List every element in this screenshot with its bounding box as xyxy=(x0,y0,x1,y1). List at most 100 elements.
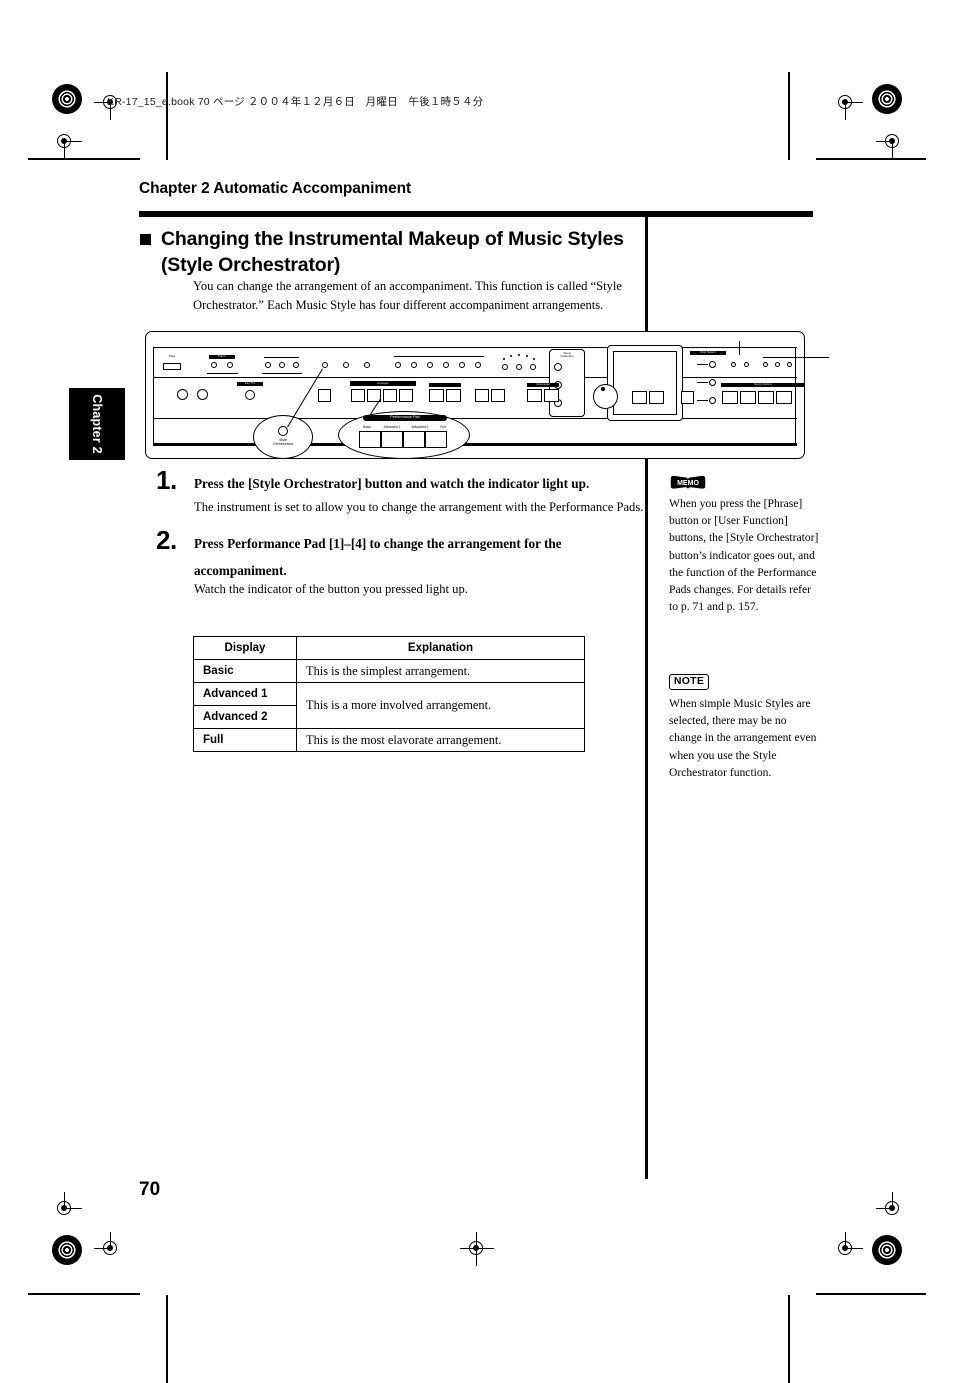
table-row: Full This is the most elavorate arrangem… xyxy=(193,728,585,752)
panel-knob-tone-2[interactable] xyxy=(775,362,780,367)
panel-knob-others[interactable] xyxy=(364,362,370,368)
panel-button-song-4[interactable] xyxy=(776,391,792,404)
panel-button-song-1[interactable] xyxy=(722,391,738,404)
panel-button-demo[interactable] xyxy=(681,391,694,404)
panel-rule-bottom xyxy=(153,443,797,446)
panel-value-dial[interactable] xyxy=(593,384,618,409)
panel-group-label-composer: Composer xyxy=(536,383,550,387)
table-cell-display-basic: Basic xyxy=(193,659,297,683)
callout-performance-pad-3[interactable] xyxy=(403,431,425,448)
panel-button-onetouch-a[interactable] xyxy=(632,391,647,404)
callout-performance-pad-4[interactable] xyxy=(425,431,447,448)
panel-lcd-screen xyxy=(613,351,677,415)
panel-knob-organ-2[interactable] xyxy=(279,362,285,368)
panel-knob-song-1[interactable] xyxy=(554,363,562,371)
panel-knob-arc-a[interactable] xyxy=(502,364,508,370)
panel-edge-right xyxy=(795,347,797,443)
crop-line-top-right-h xyxy=(816,158,926,160)
panel-knob-far-1[interactable] xyxy=(731,362,736,367)
panel-knob-disp-2[interactable] xyxy=(709,379,716,386)
step-1-number: 1. xyxy=(156,465,177,495)
panel-knob-style-1[interactable] xyxy=(395,362,401,368)
panel-knob-organ-3[interactable] xyxy=(293,362,299,368)
panel-knob-style-3[interactable] xyxy=(427,362,433,368)
panel-wheel-1[interactable] xyxy=(177,389,188,400)
panel-button-fill-2[interactable] xyxy=(491,389,505,402)
panel-button-arr-4[interactable] xyxy=(399,389,413,402)
panel-button-arr-3[interactable] xyxy=(383,389,397,402)
panel-knob-organ-1[interactable] xyxy=(265,362,271,368)
step-2-body: Watch the indicator of the button you pr… xyxy=(194,582,468,596)
panel-knob-disp-1[interactable] xyxy=(709,361,716,368)
panel-button-song-3[interactable] xyxy=(758,391,774,404)
callout-style-orchestrator-button[interactable] xyxy=(278,426,288,436)
panel-knob-guitar[interactable] xyxy=(343,362,349,368)
registration-mark-bottom-right-inner xyxy=(829,1232,863,1266)
table-header-explanation: Explanation xyxy=(296,636,585,660)
crop-line-bottom-right-h xyxy=(816,1293,926,1295)
memo-icon: MEMO xyxy=(669,475,707,490)
panel-bracket-music-style xyxy=(394,356,484,358)
panel-underline-organ xyxy=(262,373,302,375)
panel-underline-piano xyxy=(207,373,238,375)
panel-button-comp-2[interactable] xyxy=(544,389,559,402)
panel-knob-key-trs[interactable] xyxy=(245,390,255,400)
panel-group-label-piano: Piano xyxy=(218,355,226,359)
registration-mark-top-left-outer xyxy=(48,125,82,159)
step-2-heading: Press Performance Pad [1]–[4] to change … xyxy=(194,536,562,578)
panel-knob-piano-2[interactable] xyxy=(227,362,233,368)
crop-line-bottom-left-v xyxy=(166,1295,168,1383)
panel-knob-far-2[interactable] xyxy=(744,362,749,367)
panel-wheel-2[interactable] xyxy=(197,389,208,400)
callout-style-orchestrator xyxy=(253,415,313,459)
crop-line-bottom-left-h xyxy=(28,1293,140,1295)
panel-knob-disp-3[interactable] xyxy=(709,397,716,404)
callout-pad-label-advanced-1: Advanced 1 xyxy=(383,425,401,429)
panel-rule-upper xyxy=(153,347,797,349)
panel-button-ending[interactable] xyxy=(446,389,461,402)
callout-pad-label-basic: Basic xyxy=(363,425,371,429)
callout-performance-pad-2[interactable] xyxy=(381,431,403,448)
panel-knob-arc-c[interactable] xyxy=(530,364,536,370)
table-row: Advanced 1 This is a more involved arran… xyxy=(193,682,585,729)
registration-mark-top-right-inner xyxy=(829,86,863,120)
panel-knob-tone-1[interactable] xyxy=(763,362,768,367)
panel-button-onetouch-b[interactable] xyxy=(649,391,664,404)
panel-right-flap xyxy=(739,341,741,355)
crop-line-top-left-h xyxy=(28,158,140,160)
panel-knob-piano-1[interactable] xyxy=(211,362,217,368)
panel-bracket-organ xyxy=(264,357,299,359)
page-number: 70 xyxy=(139,1179,161,1200)
table-cell-explanation-full: This is the most elavorate arrangement. xyxy=(296,728,585,752)
panel-bar-intro-ending xyxy=(429,383,461,387)
registration-mark-bottom-right-outer xyxy=(876,1192,910,1226)
panel-button-intro[interactable] xyxy=(429,389,444,402)
panel-knob-strings[interactable] xyxy=(322,362,328,368)
panel-button-one-touch[interactable] xyxy=(318,389,331,402)
table-cell-display-advanced-2: Advanced 2 xyxy=(193,705,297,729)
header-rule xyxy=(139,211,813,217)
registration-mark-top-right-outer xyxy=(876,125,910,159)
panel-knob-style-5[interactable] xyxy=(459,362,465,368)
ink-density-target-bottom-left xyxy=(52,1235,82,1265)
panel-knob-style-4[interactable] xyxy=(443,362,449,368)
panel-knob-arc-b[interactable] xyxy=(516,364,522,370)
panel-button-fill-1[interactable] xyxy=(475,389,489,402)
panel-button-comp-1[interactable] xyxy=(527,389,542,402)
step-1-body: The instrument is set to allow you to ch… xyxy=(194,500,644,514)
panel-group-label-arranger: Arranger xyxy=(377,381,389,385)
panel-knob-style-6[interactable] xyxy=(475,362,481,368)
panel-button-arr-1[interactable] xyxy=(351,389,365,402)
note-badge: NOTE xyxy=(669,674,709,690)
callout-performance-pad-1[interactable] xyxy=(359,431,381,448)
table-header-row: Display Explanation xyxy=(193,636,585,660)
panel-knob-style-2[interactable] xyxy=(411,362,417,368)
panel-connector-disp-2 xyxy=(697,382,708,383)
arrangement-table: Display Explanation Basic This is the si… xyxy=(193,636,585,752)
panel-button-song-2[interactable] xyxy=(740,391,756,404)
panel-label-song-collection: Song Collection xyxy=(560,351,574,358)
callout-style-orchestrator-label: Style Orchestrator xyxy=(273,438,293,447)
panel-knob-tone-3[interactable] xyxy=(787,362,792,367)
ink-density-target-bottom-right xyxy=(872,1235,902,1265)
panel-rule-lower xyxy=(153,418,797,420)
